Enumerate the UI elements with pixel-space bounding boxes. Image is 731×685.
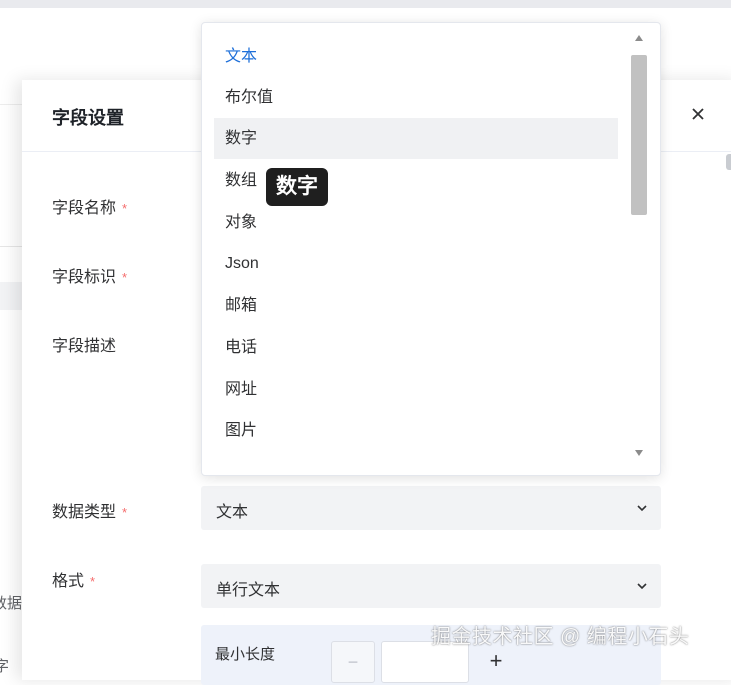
background-header-band [0, 282, 22, 310]
data-type-label: 数据类型 * [52, 504, 128, 521]
required-mark: * [122, 201, 128, 216]
data-type-select-value: 文本 [216, 504, 249, 521]
dropdown-scrollbar[interactable] [630, 33, 648, 465]
background-partial-text: 数据 [0, 595, 23, 612]
dropdown-option-phone[interactable]: 电话 [214, 327, 618, 368]
chevron-down-icon [637, 583, 647, 590]
drawer-scrollbar-thumb[interactable] [726, 154, 731, 170]
option-tooltip: 数字 [266, 168, 328, 206]
dropdown-scrollbar-thumb[interactable] [631, 55, 647, 215]
page-top-strip [0, 0, 731, 8]
drawer-title: 字段设置 [52, 108, 124, 128]
format-select-value: 单行文本 [216, 582, 281, 599]
field-name-label: 字段名称 * [52, 200, 128, 217]
background-divider [0, 246, 22, 247]
field-id-label: 字段标识 * [52, 269, 128, 286]
required-mark: * [122, 505, 128, 520]
close-icon[interactable] [686, 102, 710, 126]
required-mark: * [90, 574, 96, 589]
watermark: 掘金技术社区 @ 编程小石头 [431, 626, 690, 648]
format-select[interactable]: 单行文本 [201, 564, 661, 608]
chevron-down-icon [637, 505, 647, 512]
dropdown-option-email[interactable]: 邮箱 [214, 285, 618, 326]
scroll-down-arrow-icon[interactable] [635, 450, 643, 456]
dropdown-option-url[interactable]: 网址 [214, 369, 618, 410]
background-divider [0, 104, 22, 105]
data-type-select[interactable]: 文本 [201, 486, 661, 530]
field-desc-label: 字段描述 [52, 338, 117, 355]
dropdown-option-number[interactable]: 数字 [214, 118, 618, 159]
dropdown-option-json[interactable]: Json [214, 243, 618, 284]
dropdown-option-text[interactable]: 文本 [214, 36, 618, 77]
min-length-decrement-button[interactable]: − [331, 641, 375, 683]
background-left-panel [0, 80, 23, 666]
dropdown-option-image[interactable]: 图片 [214, 410, 618, 451]
scroll-up-arrow-icon[interactable] [635, 35, 643, 41]
required-mark: * [122, 270, 128, 285]
data-type-dropdown: 文本 布尔值 数字 数组 对象 Json 邮箱 电话 网址 图片 [201, 22, 661, 476]
min-length-label: 最小长度 [215, 646, 276, 663]
format-label: 格式 * [52, 573, 96, 590]
dropdown-option-object[interactable]: 对象 [214, 202, 618, 243]
dropdown-option-boolean[interactable]: 布尔值 [214, 77, 618, 118]
